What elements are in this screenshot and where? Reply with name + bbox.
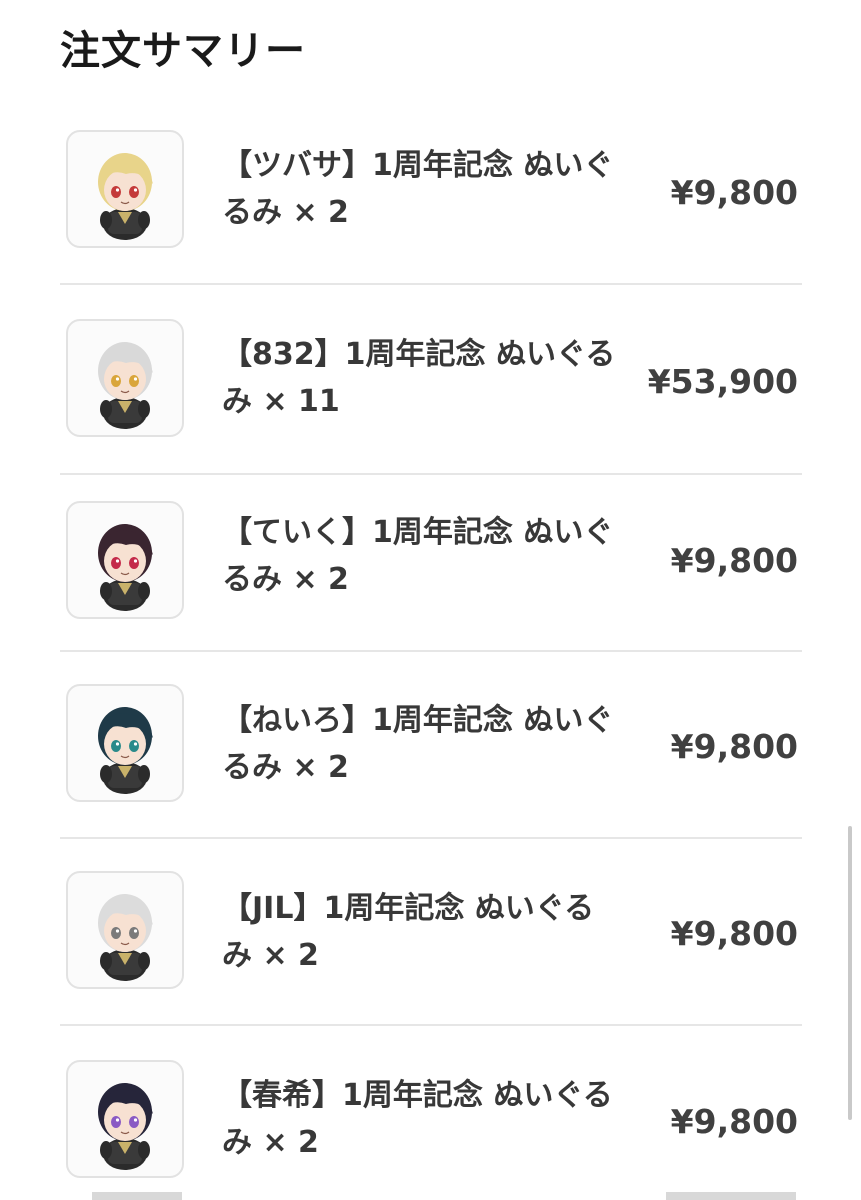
product-name: 【ていく】1周年記念 ぬいぐるみ × 2 — [222, 515, 614, 597]
order-item[interactable]: 【ねいろ】1周年記念 ぬいぐるみ × 2 ¥9,800 — [60, 652, 802, 839]
product-price: ¥53,900 — [647, 362, 798, 401]
order-item[interactable]: 【春希】1周年記念 ぬいぐるみ × 2 ¥9,800 — [60, 1026, 802, 1196]
scrollbar[interactable] — [848, 826, 852, 1120]
product-thumbnail — [66, 501, 184, 619]
next-item-price-edge — [666, 1192, 796, 1200]
order-item[interactable]: 【832】1周年記念 ぬいぐるみ × 11 ¥53,900 — [60, 285, 802, 475]
product-name: 【春希】1周年記念 ぬいぐるみ × 2 — [222, 1078, 613, 1160]
product-thumbnail — [66, 319, 184, 437]
order-item-list: 【ツバサ】1周年記念 ぬいぐるみ × 2 ¥9,800 【832】1周年記念 ぬ… — [60, 98, 802, 1196]
product-name: 【JIL】1周年記念 ぬいぐるみ × 2 — [222, 891, 595, 973]
order-item[interactable]: 【ツバサ】1周年記念 ぬいぐるみ × 2 ¥9,800 — [60, 98, 802, 285]
plush-doll-illustration — [98, 1083, 153, 1170]
page-title: 注文サマリー — [60, 28, 306, 74]
product-name: 【ツバサ】1周年記念 ぬいぐるみ × 2 — [222, 148, 614, 230]
product-thumbnail — [66, 684, 184, 802]
plush-doll-illustration — [98, 707, 153, 794]
product-name: 【832】1周年記念 ぬいぐるみ × 11 — [222, 337, 616, 419]
product-thumbnail — [66, 1060, 184, 1178]
next-item-thumbnail-edge — [92, 1192, 182, 1200]
plush-doll-illustration — [98, 153, 153, 240]
product-thumbnail — [66, 871, 184, 989]
product-price: ¥9,800 — [670, 914, 798, 953]
order-item[interactable]: 【JIL】1周年記念 ぬいぐるみ × 2 ¥9,800 — [60, 839, 802, 1026]
plush-doll-illustration — [98, 342, 153, 429]
product-name: 【ねいろ】1周年記念 ぬいぐるみ × 2 — [222, 703, 614, 785]
product-price: ¥9,800 — [670, 727, 798, 766]
order-item[interactable]: 【ていく】1周年記念 ぬいぐるみ × 2 ¥9,800 — [60, 475, 802, 652]
product-price: ¥9,800 — [670, 1102, 798, 1141]
plush-doll-illustration — [98, 894, 153, 981]
product-thumbnail — [66, 130, 184, 248]
product-price: ¥9,800 — [670, 541, 798, 580]
plush-doll-illustration — [98, 524, 153, 611]
product-price: ¥9,800 — [670, 173, 798, 212]
